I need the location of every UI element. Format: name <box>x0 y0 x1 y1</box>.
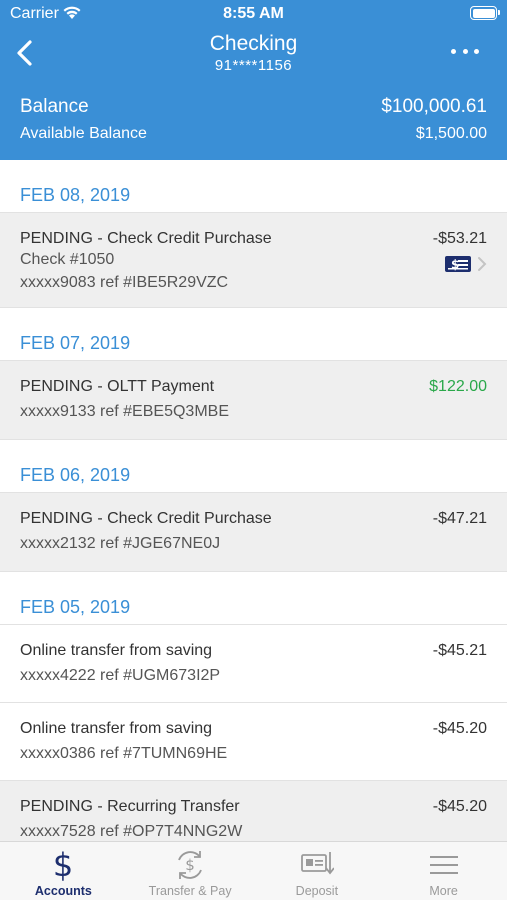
date-header: FEB 05, 2019 <box>0 572 507 625</box>
transaction-ref: xxxxx7528 ref #OP7T4NNG2W <box>20 823 243 840</box>
tab-bar: $ Accounts $ Transfer & Pay Deposit More <box>0 841 507 900</box>
tab-label: Accounts <box>34 884 92 898</box>
transaction-description: PENDING - Recurring Transfer <box>20 798 240 815</box>
more-options-icon[interactable] <box>451 46 479 56</box>
tab-label: Deposit <box>295 884 339 898</box>
transaction-description: PENDING - Check Credit Purchase <box>20 510 272 527</box>
transaction-ref: xxxxx9133 ref #EBE5Q3MBE <box>20 403 229 420</box>
account-number: 91****1156 <box>214 57 293 74</box>
date-header: FEB 06, 2019 <box>0 440 507 493</box>
transaction-row[interactable]: Online transfer from saving xxxxx0386 re… <box>0 703 507 781</box>
status-time: 8:55 AM <box>223 5 284 22</box>
nav-bar: Checking 91****1156 <box>0 28 507 86</box>
transaction-amount: -$53.21 <box>432 230 487 247</box>
check-number: Check #1050 <box>20 251 115 268</box>
available-balance-label: Available Balance <box>20 125 147 142</box>
transaction-ref: xxxxx9083 ref #IBE5R29VZC <box>20 274 229 291</box>
date-header: FEB 08, 2019 <box>0 160 507 213</box>
available-balance-value: $1,500.00 <box>415 125 487 142</box>
page-title: Checking <box>209 32 298 55</box>
tab-label: More <box>429 884 458 898</box>
transaction-row[interactable]: Online transfer from saving xxxxx4222 re… <box>0 625 507 703</box>
transaction-description: PENDING - OLTT Payment <box>20 378 215 395</box>
battery-icon <box>470 6 500 20</box>
chevron-right-icon <box>478 257 487 271</box>
transaction-amount: -$45.20 <box>432 720 487 737</box>
transaction-row[interactable]: PENDING - Check Credit Purchase xxxxx213… <box>0 493 507 572</box>
balance-value: $100,000.61 <box>381 96 487 117</box>
transfer-dollar-icon: $ <box>178 851 202 879</box>
transaction-row[interactable]: PENDING - Recurring Transfer xxxxx7528 r… <box>0 781 507 841</box>
transaction-row[interactable]: PENDING - OLTT Payment xxxxx9133 ref #EB… <box>0 361 507 440</box>
transaction-description: PENDING - Check Credit Purchase <box>20 230 272 247</box>
svg-text:$: $ <box>185 856 195 874</box>
transaction-amount: $122.00 <box>429 378 487 395</box>
transaction-ref: xxxxx0386 ref #7TUMN69HE <box>20 745 228 762</box>
dollar-icon: $ <box>53 848 73 882</box>
transaction-ref: xxxxx2132 ref #JGE67NE0J <box>20 535 221 552</box>
tab-accounts[interactable]: $ Accounts <box>0 842 127 900</box>
check-image-icon[interactable]: $ <box>444 255 472 273</box>
transaction-amount: -$47.21 <box>432 510 487 527</box>
tab-transfer-pay[interactable]: $ Transfer & Pay <box>127 842 254 900</box>
menu-icon <box>429 856 458 874</box>
tab-label: Transfer & Pay <box>148 884 232 898</box>
balance-label: Balance <box>20 96 89 117</box>
balance-summary: Balance $100,000.61 Available Balance $1… <box>0 86 507 160</box>
transaction-description: Online transfer from saving <box>20 642 213 659</box>
transaction-amount: -$45.21 <box>432 642 487 659</box>
transaction-ref: xxxxx4222 ref #UGM673I2P <box>20 667 221 684</box>
tab-deposit[interactable]: Deposit <box>254 842 381 900</box>
transaction-description: Online transfer from saving <box>20 720 213 737</box>
transaction-row[interactable]: PENDING - Check Credit Purchase Check #1… <box>0 213 507 308</box>
deposit-check-icon <box>300 852 334 875</box>
tab-more[interactable]: More <box>380 842 507 900</box>
transaction-amount: -$45.20 <box>432 798 487 815</box>
date-header: FEB 07, 2019 <box>0 308 507 361</box>
transaction-list[interactable]: FEB 08, 2019 PENDING - Check Credit Purc… <box>0 160 507 841</box>
svg-text:$: $ <box>53 848 73 882</box>
status-bar: Carrier 8:55 AM <box>0 0 507 28</box>
